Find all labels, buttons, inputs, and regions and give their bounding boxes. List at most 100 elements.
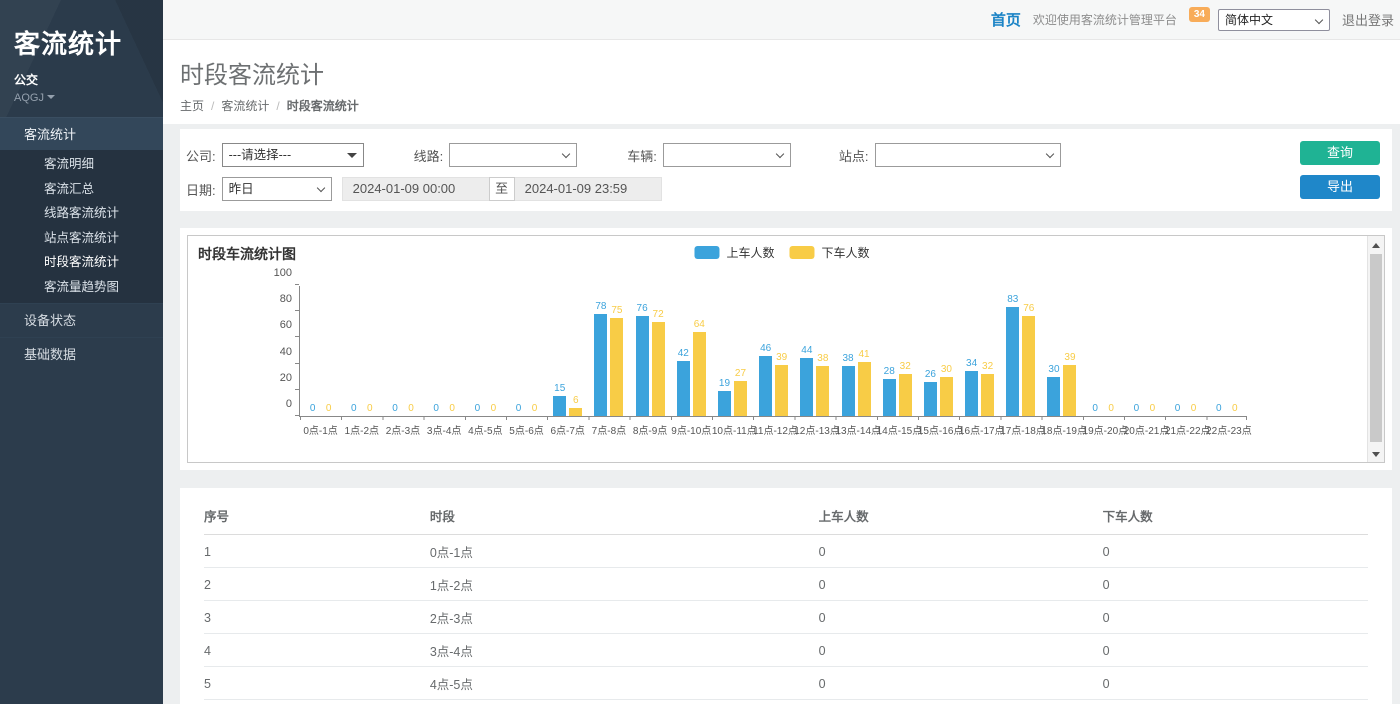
bar-group: 4264 <box>671 319 712 416</box>
bar-value-label: 39 <box>1064 352 1075 364</box>
breadcrumb-passenger-stats[interactable]: 客流统计 <box>221 97 269 114</box>
bar-column-boarding: 30 <box>1047 364 1060 416</box>
bar-group: 3841 <box>835 349 876 416</box>
date-start-input[interactable]: 2024-01-09 00:00 <box>342 177 490 201</box>
bar-value-label: 0 <box>433 403 439 415</box>
bar-value-label: 0 <box>408 403 414 415</box>
bar-group: 7672 <box>630 303 671 416</box>
bar-group: 4639 <box>753 343 794 416</box>
bar-boarding <box>553 396 566 416</box>
x-axis-category-label: 0点-1点 <box>300 422 341 437</box>
x-axis-category-label: 10点-11点 <box>712 422 753 437</box>
bar-boarding <box>965 371 978 416</box>
vehicle-select[interactable] <box>663 143 791 167</box>
chevron-down-icon <box>776 150 784 158</box>
notification-badge: 34 <box>1189 7 1210 22</box>
bar-column-alighting: 72 <box>652 309 665 416</box>
query-button[interactable]: 查询 <box>1300 141 1380 165</box>
bar-boarding <box>636 316 649 416</box>
x-axis-category-label: 16点-17点 <box>959 422 1000 437</box>
x-axis-category-label: 22点-23点 <box>1206 422 1247 437</box>
y-axis-tick-mark <box>295 284 299 285</box>
date-preset-select[interactable]: 昨日 <box>222 177 332 201</box>
bar-value-label: 15 <box>554 383 565 395</box>
logout-link[interactable]: 退出登录 <box>1342 10 1394 29</box>
chart-plot-area: 0000000000001567875767242641927463944383… <box>299 286 1247 417</box>
bar-value-label: 30 <box>1048 364 1059 376</box>
bar-value-label: 0 <box>516 403 522 415</box>
bar-boarding <box>718 391 731 416</box>
cell-boarding: 0 <box>819 601 1103 634</box>
y-axis-tick-mark <box>295 389 299 390</box>
bar-value-label: 0 <box>326 403 332 415</box>
chevron-down-icon <box>1045 150 1053 158</box>
bar-group: 26 30 <box>918 364 959 416</box>
legend-label-alighting: 下车人数 <box>822 244 870 261</box>
scrollbar-up-arrow[interactable] <box>1368 236 1384 253</box>
bar-column-boarding: 76 <box>636 303 649 416</box>
topbar: 首页 欢迎使用客流统计管理平台 34 简体中文 退出登录 <box>163 0 1400 40</box>
sidebar-item-line-stats[interactable]: 线路客流统计 <box>0 201 163 226</box>
bar-value-label: 0 <box>1216 403 1222 415</box>
bar-value-label: 26 <box>925 369 936 381</box>
breadcrumb-home[interactable]: 主页 <box>180 97 204 114</box>
bar-group: 00 <box>1206 403 1247 416</box>
cell-period: 1点-2点 <box>430 568 819 601</box>
bar-column-alighting: 32 <box>981 361 994 416</box>
bar-group: 00 <box>341 403 382 416</box>
bar-column-alighting: 41 <box>858 349 871 416</box>
table-row: 54点-5点00 <box>204 667 1368 700</box>
sidebar-item-period-stats[interactable]: 时段客流统计 <box>0 250 163 275</box>
legend-label-boarding: 上车人数 <box>726 244 774 261</box>
bar-value-label: 0 <box>1150 403 1156 415</box>
x-axis-category-label: 6点-7点 <box>547 422 588 437</box>
cell-serial: 3 <box>204 601 430 634</box>
date-to-label: 至 <box>489 177 515 201</box>
sidebar-item-trend-chart[interactable]: 客流量趋势图 <box>0 275 163 300</box>
bar-value-label: 75 <box>611 305 622 317</box>
bar-alighting <box>816 366 829 416</box>
sidebar-item-station-stats[interactable]: 站点客流统计 <box>0 226 163 251</box>
sidebar-item-passenger-summary[interactable]: 客流汇总 <box>0 177 163 202</box>
bar-group: 00 <box>1124 403 1165 416</box>
company-select[interactable]: ---请选择--- <box>222 143 364 167</box>
export-button[interactable]: 导出 <box>1300 175 1380 199</box>
bar-value-label: 30 <box>941 364 952 376</box>
org-code-label: AQGJ <box>14 92 44 104</box>
bar-value-label: 0 <box>1134 403 1140 415</box>
date-end-input[interactable]: 2024-01-09 23:59 <box>514 177 662 201</box>
bar-value-label: 38 <box>817 353 828 365</box>
bar-column-boarding: 0 <box>1171 403 1184 416</box>
scrollbar-down-arrow[interactable] <box>1368 445 1384 462</box>
page-title: 时段客流统计 <box>180 55 1400 90</box>
sidebar-group-passenger-stats[interactable]: 客流统计 <box>0 117 163 150</box>
bar-group: 7875 <box>588 301 629 416</box>
bar-boarding <box>1006 307 1019 416</box>
x-axis-category-label: 13点-14点 <box>835 422 876 437</box>
bar-alighting <box>775 365 788 416</box>
sidebar-item-device-status[interactable]: 设备状态 <box>0 303 163 337</box>
org-code-dropdown[interactable]: AQGJ <box>14 92 149 104</box>
home-link[interactable]: 首页 <box>991 9 1021 30</box>
bar-column-boarding: 46 <box>759 343 772 416</box>
sidebar-item-base-data[interactable]: 基础数据 <box>0 337 163 371</box>
x-axis-category-label: 20点-21点 <box>1124 422 1165 437</box>
period-stats-table: 序号 时段 上车人数 下车人数 10点-1点0021点-2点0032点-3点00… <box>204 497 1368 704</box>
line-select[interactable] <box>449 143 577 167</box>
chart-legend: 上车人数 下车人数 <box>694 244 877 261</box>
cell-boarding: 0 <box>819 667 1103 700</box>
y-axis-tick-mark <box>295 415 299 416</box>
bar-boarding <box>1047 377 1060 416</box>
station-select[interactable] <box>875 143 1061 167</box>
x-axis-category-label: 19点-20点 <box>1083 422 1124 437</box>
y-axis-tick-label: 60 <box>280 319 292 331</box>
x-axis-category-label: 5点-6点 <box>506 422 547 437</box>
language-select[interactable]: 简体中文 <box>1218 9 1330 31</box>
scrollbar-thumb[interactable] <box>1370 254 1382 442</box>
chart-scrollbar <box>1367 236 1384 462</box>
sidebar-item-passenger-detail[interactable]: 客流明细 <box>0 152 163 177</box>
filter-row-1: 公司: ---请选择--- 线路: 车辆: 站点: <box>186 142 1282 168</box>
bar-column-boarding: 0 <box>1212 403 1225 416</box>
x-axis-category-label: 15点-16点 <box>918 422 959 437</box>
bar-alighting <box>1022 316 1035 416</box>
